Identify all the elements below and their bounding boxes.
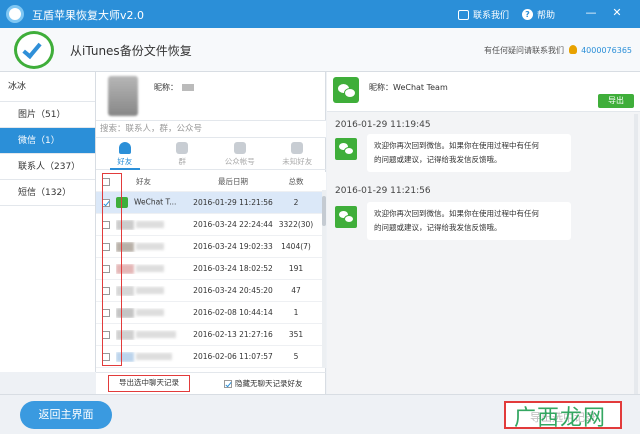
table-row[interactable]: WeChat T... 2016-01-29 11:21:56 2 xyxy=(96,192,326,214)
tab-unknown-friends[interactable]: 未知好友 xyxy=(269,138,327,169)
friend-table: 好友 最后日期 总数 WeChat T... 2016-01-29 11:21:… xyxy=(96,172,326,368)
back-home-button[interactable]: 返回主界面 xyxy=(20,401,112,429)
person-icon xyxy=(118,142,131,154)
table-row[interactable]: 2016-03-24 19:02:33 1404(7) xyxy=(96,236,326,258)
tab-friends[interactable]: 好友 xyxy=(96,138,154,170)
hide-empty-toggle[interactable]: 隐藏无聊天记录好友 xyxy=(224,378,303,389)
sidebar-item-wechat[interactable]: 微信（1） xyxy=(0,128,95,154)
minimize-icon[interactable]: — xyxy=(584,6,598,20)
hide-empty-checkbox[interactable] xyxy=(224,379,232,388)
sidebar-item-contacts[interactable]: 联系人（237） xyxy=(0,154,95,180)
friend-list-footer: 导出选中聊天记录 隐藏无聊天记录好友 xyxy=(96,372,326,394)
qq-number-link[interactable]: 4000076365 xyxy=(581,46,632,55)
help-link[interactable]: ? 帮助 xyxy=(522,8,555,21)
friend-list-scrollbar[interactable] xyxy=(322,190,326,368)
table-row[interactable]: 2016-03-24 18:02:52 191 xyxy=(96,258,326,280)
sidebar-item-sms[interactable]: 短信（132） xyxy=(0,180,95,206)
wechat-avatar-icon xyxy=(335,206,357,228)
export-selected-button[interactable]: 导出选中聊天记录 xyxy=(108,375,190,392)
checkbox-highlight-box xyxy=(102,173,122,366)
message-bubble: 欢迎你再次回到微信。如果你在使用过程中有任何 的问题或建议，记得给我发信反馈哦。 xyxy=(367,202,571,240)
wechat-avatar-icon xyxy=(335,138,357,160)
qq-icon xyxy=(568,45,577,54)
message-bubble: 欢迎你再次回到微信。如果你在使用过程中有任何 的问题或建议，记得给我发信反馈哦。 xyxy=(367,134,571,172)
app-logo-icon xyxy=(6,5,24,23)
sidebar-item-photos[interactable]: 图片（51） xyxy=(0,102,95,128)
account-header: 昵称： xyxy=(96,72,326,120)
page-title: 从iTunes备份文件恢复 xyxy=(70,44,192,58)
tab-groups[interactable]: 群 xyxy=(154,138,212,169)
group-icon xyxy=(176,142,189,154)
account-nick: 昵称： xyxy=(154,82,194,93)
wechat-icon xyxy=(333,77,359,103)
table-row[interactable]: 2016-03-24 22:24:44 3322(30) xyxy=(96,214,326,236)
recovery-badge-icon xyxy=(14,31,54,69)
help-icon: ? xyxy=(522,9,533,20)
account-avatar xyxy=(108,76,138,116)
chat-header: 昵称：WeChat Team 导出 xyxy=(327,72,640,112)
support-contact: 有任何疑问请联系我们 4000076365 xyxy=(484,45,632,55)
export-chat-button[interactable]: 导出 xyxy=(598,94,634,108)
unknown-person-icon xyxy=(291,142,304,154)
document-icon xyxy=(233,142,246,154)
chat-pane: 昵称：WeChat Team 导出 2016-01-29 11:19:45 欢迎… xyxy=(327,72,640,394)
app-title: 互盾苹果恢复大师v2.0 xyxy=(32,9,145,22)
friend-tabs: 好友 群 公众帐号 未知好友 xyxy=(96,138,326,170)
chat-nick: 昵称：WeChat Team xyxy=(369,83,448,92)
table-row[interactable]: 2016-03-24 20:45:20 47 xyxy=(96,280,326,302)
chat-scrollbar[interactable] xyxy=(634,114,638,394)
table-row[interactable]: 2016-02-06 11:07:57 5 xyxy=(96,346,326,368)
friend-list-pane: 昵称： 搜索：联系人，群，公众号 好友 群 公众帐号 未知好友 好友 最后日期 … xyxy=(96,72,326,372)
message-timestamp: 2016-01-29 11:19:45 xyxy=(335,120,431,130)
category-sidebar: 冰冰 图片（51） 微信（1） 联系人（237） 短信（132） xyxy=(0,72,96,372)
search-input[interactable]: 搜索：联系人，群，公众号 xyxy=(96,120,326,138)
table-row[interactable]: 2016-02-08 10:44:14 1 xyxy=(96,302,326,324)
contact-us-link[interactable]: 联系我们 xyxy=(458,8,509,21)
site-watermark: 广西龙网 xyxy=(514,406,607,431)
device-name: 冰冰 xyxy=(0,72,95,102)
table-header: 好友 最后日期 总数 xyxy=(96,172,326,192)
chat-icon xyxy=(458,9,469,20)
close-icon[interactable]: ✕ xyxy=(610,6,624,20)
message-timestamp: 2016-01-29 11:21:56 xyxy=(335,186,431,196)
table-row[interactable]: 2016-02-13 21:27:16 351 xyxy=(96,324,326,346)
page-header: 从iTunes备份文件恢复 有任何疑问请联系我们 4000076365 xyxy=(0,28,640,72)
tab-official-accounts[interactable]: 公众帐号 xyxy=(211,138,269,169)
title-bar: 互盾苹果恢复大师v2.0 联系我们 ? 帮助 — ✕ xyxy=(0,0,640,28)
